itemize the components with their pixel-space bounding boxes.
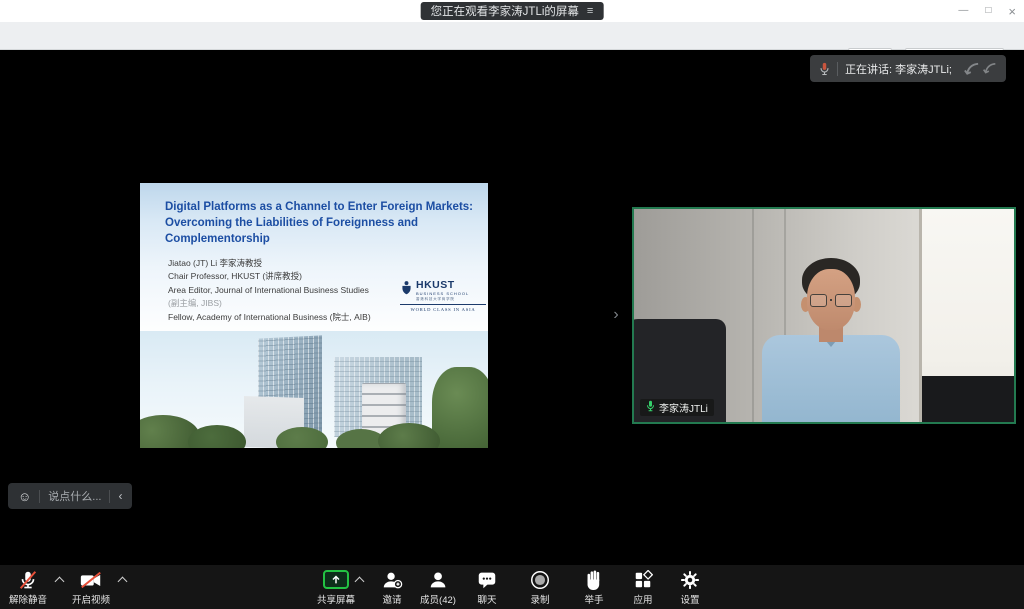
raise-hand-icon <box>584 568 603 591</box>
slide-author-line: (副主编, JIBS) <box>168 297 418 310</box>
shared-screen-slide: Digital Platforms as a Channel to Enter … <box>140 183 488 448</box>
slide-author-line: Area Editor, Journal of International Bu… <box>168 284 418 297</box>
apps-button[interactable]: 应用 <box>633 568 653 606</box>
viewing-screen-title: 您正在观看李家涛JTLi的屏幕 <box>431 3 579 19</box>
maximize-button[interactable]: □ <box>985 6 991 16</box>
slide-author-block: Jiatao (JT) Li 李家涛教授 Chair Professor, HK… <box>168 257 418 324</box>
quick-chat-bubble: ☺ 说点什么... ‹ <box>8 483 132 509</box>
members-person-icon <box>427 568 449 591</box>
chat-input-placeholder[interactable]: 说点什么... <box>48 488 101 504</box>
settings-button[interactable]: 设置 <box>680 568 700 606</box>
record-icon <box>529 568 551 591</box>
speaker-mic-icon <box>819 62 830 76</box>
slide-author-line: Fellow, Academy of International Busines… <box>168 311 418 324</box>
bubble-divider <box>109 490 110 503</box>
invite-person-icon <box>381 568 403 591</box>
members-button[interactable]: 成员(42) <box>420 568 456 606</box>
viewing-screen-banner: 您正在观看李家涛JTLi的屏幕 ≡ <box>421 2 604 20</box>
window-controls: — □ × <box>958 0 1016 22</box>
hkust-logo-school: BUSINESS SCHOOL <box>416 291 469 297</box>
campus-photo <box>140 331 488 448</box>
hkust-logo-name: HKUST <box>416 280 469 291</box>
audio-options-caret[interactable] <box>55 577 65 587</box>
title-bar: 您正在观看李家涛JTLi的屏幕 ≡ — □ × <box>0 0 1024 22</box>
minimize-button[interactable]: — <box>958 6 968 16</box>
hkust-logo: HKUST BUSINESS SCHOOL 香港科技大学商学院 WORLD CL… <box>400 280 486 312</box>
hkust-emblem-icon <box>400 280 413 302</box>
unmute-button[interactable]: 解除静音 <box>9 568 47 606</box>
chat-button[interactable]: 聊天 <box>476 568 498 606</box>
mic-muted-icon <box>17 568 39 591</box>
share-screen-icon <box>323 568 349 591</box>
curved-arrow-icon <box>982 61 997 75</box>
video-panel-collapse-chevron[interactable]: › <box>606 302 626 328</box>
banner-arrows[interactable] <box>963 61 997 76</box>
wall-seam <box>752 209 754 422</box>
emoji-icon[interactable]: ☺ <box>18 490 31 503</box>
bubble-divider <box>39 490 40 503</box>
hkust-logo-school-cn: 香港科技大学商学院 <box>416 297 469 302</box>
speaker-video-tile[interactable]: 李家涛JTLi <box>632 207 1016 424</box>
meeting-window: 您正在观看李家涛JTLi的屏幕 ≡ — □ × i 38:33 <box>0 0 1024 609</box>
gear-icon <box>680 568 700 591</box>
camera-muted-icon <box>79 568 103 591</box>
meeting-toolbar: i 38:33 演讲者视图 <box>0 22 1024 50</box>
unmuted-mic-icon <box>646 399 655 417</box>
speaker-shirt <box>762 335 900 424</box>
banner-divider <box>837 62 838 76</box>
share-options-caret[interactable] <box>355 577 365 587</box>
screen-options-menu-icon[interactable]: ≡ <box>587 5 593 17</box>
slide-title: Digital Platforms as a Channel to Enter … <box>165 200 487 248</box>
bottom-control-bar: 解除静音 开启视频 共享屏幕 <box>0 565 1024 609</box>
office-desk <box>922 376 1014 422</box>
video-options-caret[interactable] <box>118 577 128 587</box>
raise-hand-button[interactable]: 举手 <box>584 568 603 606</box>
share-screen-button[interactable]: 共享屏幕 <box>317 568 355 606</box>
invite-button[interactable]: 邀请 <box>381 568 403 606</box>
speaker-glasses <box>810 293 852 307</box>
close-button[interactable]: × <box>1008 5 1016 18</box>
bubble-collapse-chevron[interactable]: ‹ <box>118 489 122 503</box>
chat-bubble-icon <box>476 568 498 591</box>
apps-grid-icon <box>633 568 653 591</box>
slide-author-line: Chair Professor, HKUST (讲席教授) <box>168 270 418 283</box>
hkust-logo-tagline: WORLD CLASS IN ASIA <box>400 304 486 312</box>
curved-arrow-icon <box>963 61 980 76</box>
slide-author-line: Jiatao (JT) Li 李家涛教授 <box>168 257 418 270</box>
record-button[interactable]: 录制 <box>529 568 551 606</box>
active-speaker-banner: 正在讲话: 李家涛JTLi; <box>810 55 1006 82</box>
speaker-name: 李家涛JTLi <box>659 400 708 415</box>
start-video-button[interactable]: 开启视频 <box>72 568 110 606</box>
active-speaker-label: 正在讲话: 李家涛JTLi; <box>845 61 952 77</box>
video-name-tag: 李家涛JTLi <box>640 399 714 416</box>
